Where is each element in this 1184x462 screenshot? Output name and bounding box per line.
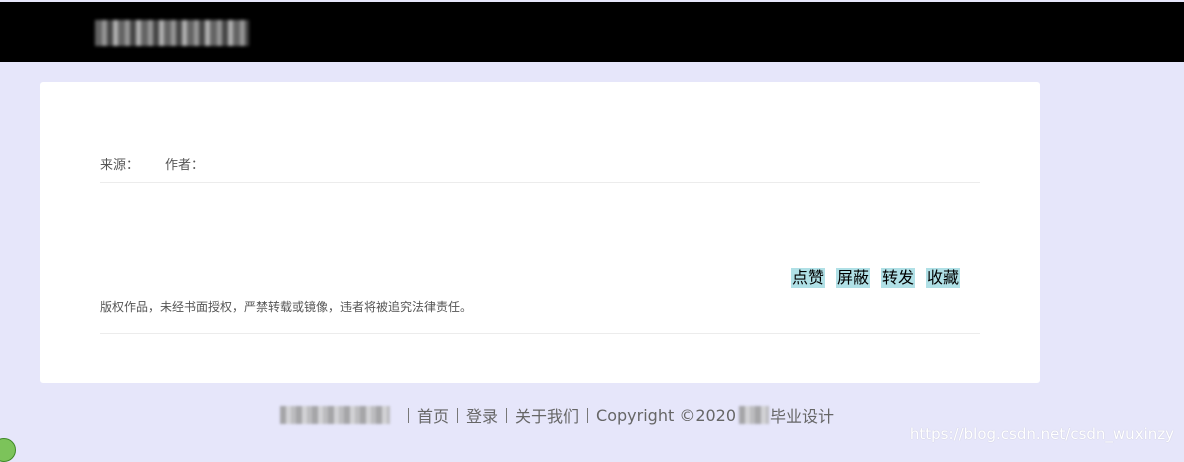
favorite-button[interactable]: 收藏 [926,268,961,288]
like-button[interactable]: 点赞 [791,268,826,288]
corner-widget-icon[interactable] [0,438,16,462]
footer-separator [408,407,409,423]
bottom-divider [100,333,980,334]
footer-copyright: Copyright ©2020 [596,405,737,425]
site-footer: 首页 登录 关于我们 Copyright ©2020 毕业设计 [280,403,834,427]
footer-link-login[interactable]: 登录 [466,403,498,427]
footer-separator [457,407,459,423]
footer-school-name-blurred [739,406,770,424]
meta-divider [100,182,980,183]
footer-separator [587,407,589,423]
author-label: 作者： [165,158,205,173]
article-meta: 来源： 作者： [100,154,204,173]
footer-copyright-suffix: 毕业设计 [770,407,835,426]
article-actions: 点赞 屏蔽 转发 收藏 [791,268,971,288]
article-card: 来源： 作者： 点赞 屏蔽 转发 收藏 版权作品，未经书面授权，严禁转载或镜像，违者将被… [40,82,1040,383]
footer-site-name-blurred [280,406,390,424]
source-label: 来源： [100,158,140,173]
share-button[interactable]: 转发 [881,268,916,288]
copyright-notice: 版权作品，未经书面授权，严禁转载或镜像，违者将被追究法律责任。 [100,300,473,314]
csdn-watermark: https://blog.csdn.net/csdn_wuxinzy [909,425,1174,443]
site-logo[interactable] [95,20,249,46]
block-button[interactable]: 屏蔽 [836,268,871,288]
footer-link-about[interactable]: 关于我们 [515,403,579,427]
top-header-bar [0,2,1184,62]
footer-separator [506,407,508,423]
footer-link-home[interactable]: 首页 [417,403,449,427]
